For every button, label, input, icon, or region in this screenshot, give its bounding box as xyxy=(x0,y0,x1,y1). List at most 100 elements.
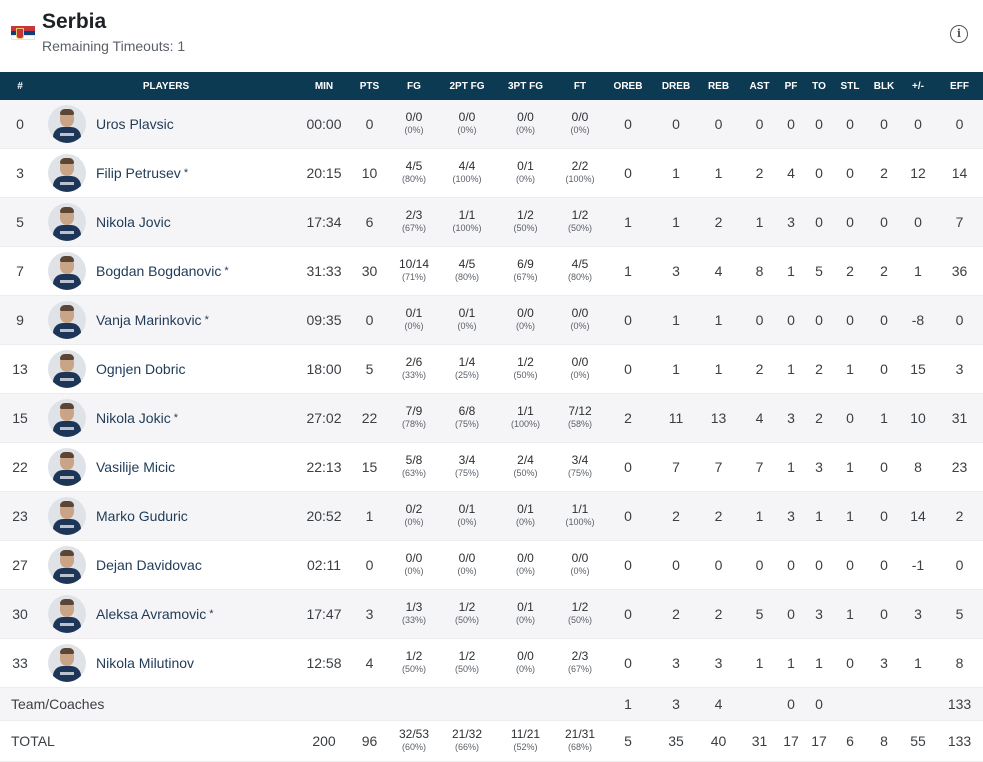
column-header-fg3[interactable]: 3PT FG xyxy=(489,72,562,100)
field-goals-percentage: (0%) xyxy=(404,517,424,527)
column-header-pm[interactable]: +/- xyxy=(900,72,936,100)
player-info[interactable]: Vanja Marinkovic * xyxy=(40,301,292,339)
column-header-to[interactable]: TO xyxy=(806,72,832,100)
table-row[interactable]: 27 Dejan Davidovac 02:11 0 0/0 (0%) 0/0 (0%) 0/0… xyxy=(0,540,983,590)
field-goals-made-attempted: 1/3 xyxy=(405,600,423,614)
jersey-number: 7 xyxy=(0,246,40,296)
free-throws-made-attempted: 0/0 xyxy=(571,110,589,124)
free-throws-percentage: (100%) xyxy=(565,517,595,527)
free-throws-value: 0/0 (0%) xyxy=(562,307,598,333)
player-info[interactable]: Nikola Jokic * xyxy=(40,399,292,437)
stat-reb: 4 xyxy=(694,246,743,296)
team-coaches-row: Team/Coaches 1 3 4 0 0 133 xyxy=(0,687,983,721)
column-header-ast[interactable]: AST xyxy=(743,72,776,100)
field-goals-made-attempted: 1/2 xyxy=(405,649,423,663)
table-row[interactable]: 7 Bogdan Bogdanovic * 31:33 30 10/14 (71%) 4/5(… xyxy=(0,246,983,296)
table-row[interactable]: 15 Nikola Jokic * 27:02 22 7/9 (78%) 6/8 (75%) 1/… xyxy=(0,393,983,443)
team-stat-pf: 0 xyxy=(776,687,806,721)
player-name[interactable]: Aleksa Avramovic xyxy=(96,606,206,622)
player-name[interactable]: Nikola Jovic xyxy=(96,214,171,230)
stat-eff: 31 xyxy=(936,393,983,443)
stat-eff: 0 xyxy=(936,540,983,590)
stat-to: 2 xyxy=(806,344,832,394)
player-info[interactable]: Nikola Milutinov xyxy=(40,644,292,682)
column-header-reb[interactable]: REB xyxy=(694,72,743,100)
player-info[interactable]: Marko Guduric xyxy=(40,497,292,535)
field-goals-made-attempted: 4/5 xyxy=(405,159,423,173)
total-row: TOTAL 200 96 32/53 (60%) 21/32 (66%) 11/21 (52%)… xyxy=(0,720,983,762)
player-name[interactable]: Nikola Jokic xyxy=(96,410,171,426)
stat-pm: 0 xyxy=(900,197,936,247)
table-row[interactable]: 0 Uros Plavsic 00:00 0 0/0 (0%) 0/0 (0%) 0/0 (0%)… xyxy=(0,100,983,149)
column-header-oreb[interactable]: OREB xyxy=(598,72,658,100)
avatar xyxy=(48,595,86,633)
stat-pm: 3 xyxy=(900,589,936,639)
player-name[interactable]: Uros Plavsic xyxy=(96,116,174,132)
two-point-fg-value: 6/8 (75%) xyxy=(445,405,489,431)
column-header-eff[interactable]: EFF xyxy=(936,72,983,100)
table-row[interactable]: 33 Nikola Milutinov 12:58 4 1/2 (50%) 1/2 (50%)… xyxy=(0,638,983,688)
player-info[interactable]: Nikola Jovic xyxy=(40,203,292,241)
column-header-players[interactable]: PLAYERS xyxy=(40,72,292,100)
total-minutes: 200 xyxy=(292,720,356,762)
table-row[interactable]: 3 Filip Petrusev * 20:15 10 4/5 (80%) 4/4 (100%)… xyxy=(0,148,983,198)
field-goals-percentage: (33%) xyxy=(401,370,426,380)
column-header-dreb[interactable]: DREB xyxy=(658,72,694,100)
points: 15 xyxy=(356,442,383,492)
column-header-min[interactable]: MIN xyxy=(292,72,356,100)
player-info[interactable]: Dejan Davidovac xyxy=(40,546,292,584)
player-info[interactable]: Aleksa Avramovic * xyxy=(40,595,292,633)
three-point-fg-value: 0/1 (0%) xyxy=(489,601,562,627)
free-throws-made-attempted: 7/12 xyxy=(568,404,592,418)
player-name[interactable]: Vasilije Micic xyxy=(96,459,175,475)
player-info[interactable]: Bogdan Bogdanovic * xyxy=(40,252,292,290)
starter-marker: * xyxy=(204,314,209,326)
player-name[interactable]: Nikola Milutinov xyxy=(96,655,194,671)
stat-blk: 0 xyxy=(868,197,900,247)
column-header-num[interactable]: # xyxy=(0,72,40,100)
total-two-point-fg-percentage: (66%) xyxy=(454,742,479,752)
three-point-fg-percentage: (50%) xyxy=(513,468,538,478)
player-info[interactable]: Uros Plavsic xyxy=(40,105,292,143)
column-header-pf[interactable]: PF xyxy=(776,72,806,100)
stat-reb: 2 xyxy=(694,197,743,247)
column-header-pts[interactable]: PTS xyxy=(356,72,383,100)
table-row[interactable]: 23 Marko Guduric 20:52 1 0/2 (0%) 0/1 (0%) 0/1 (0… xyxy=(0,491,983,541)
table-row[interactable]: 22 Vasilije Micic 22:13 15 5/8 (63%) 3/4 (75%) 2… xyxy=(0,442,983,492)
player-name[interactable]: Marko Guduric xyxy=(96,508,188,524)
table-row[interactable]: 9 Vanja Marinkovic * 09:35 0 0/1 (0%) 0/1 (0%) 0/… xyxy=(0,295,983,345)
player-info[interactable]: Vasilije Micic xyxy=(40,448,292,486)
stat-pm: -8 xyxy=(900,295,936,345)
stat-reb: 0 xyxy=(694,100,743,149)
column-header-ft[interactable]: FT xyxy=(562,72,598,100)
stat-to: 3 xyxy=(806,442,832,492)
team-stat-eff: 133 xyxy=(936,687,983,721)
player-name[interactable]: Filip Petrusev xyxy=(96,165,181,181)
player-name[interactable]: Ognjen Dobric xyxy=(96,361,186,377)
column-header-fg[interactable]: FG xyxy=(383,72,445,100)
column-header-fg2[interactable]: 2PT FG xyxy=(445,72,489,100)
player-name[interactable]: Bogdan Bogdanovic xyxy=(96,263,221,279)
three-point-fg-percentage: (0%) xyxy=(515,566,535,576)
stat-oreb: 0 xyxy=(598,100,658,149)
table-row[interactable]: 30 Aleksa Avramovic * 17:47 3 1/3 (33%) 1/2 (50%… xyxy=(0,589,983,639)
stat-pm: 0 xyxy=(900,100,936,149)
team-stat-oreb: 1 xyxy=(598,687,658,721)
stat-dreb: 1 xyxy=(658,197,694,247)
total-field-goals-made-attempted: 32/53 xyxy=(398,727,430,741)
player-info[interactable]: Filip Petrusev * xyxy=(40,154,292,192)
remaining-timeouts: Remaining Timeouts: 1 xyxy=(42,38,186,54)
table-row[interactable]: 13 Ognjen Dobric 18:00 5 2/6 (33%) 1/4 (25%) 1/2… xyxy=(0,344,983,394)
column-header-blk[interactable]: BLK xyxy=(868,72,900,100)
avatar xyxy=(48,497,86,535)
table-row[interactable]: 5 Nikola Jovic 17:34 6 2/3 (67%) 1/1 (100%) 1/2(… xyxy=(0,197,983,247)
info-icon[interactable]: i xyxy=(950,25,968,43)
player-info[interactable]: Ognjen Dobric xyxy=(40,350,292,388)
stat-ast: 2 xyxy=(743,148,776,198)
stat-reb: 7 xyxy=(694,442,743,492)
column-header-stl[interactable]: STL xyxy=(832,72,868,100)
points: 10 xyxy=(356,148,383,198)
player-name[interactable]: Vanja Marinkovic xyxy=(96,312,202,328)
free-throws: 1/2 (50%) xyxy=(562,589,598,639)
player-name[interactable]: Dejan Davidovac xyxy=(96,557,202,573)
